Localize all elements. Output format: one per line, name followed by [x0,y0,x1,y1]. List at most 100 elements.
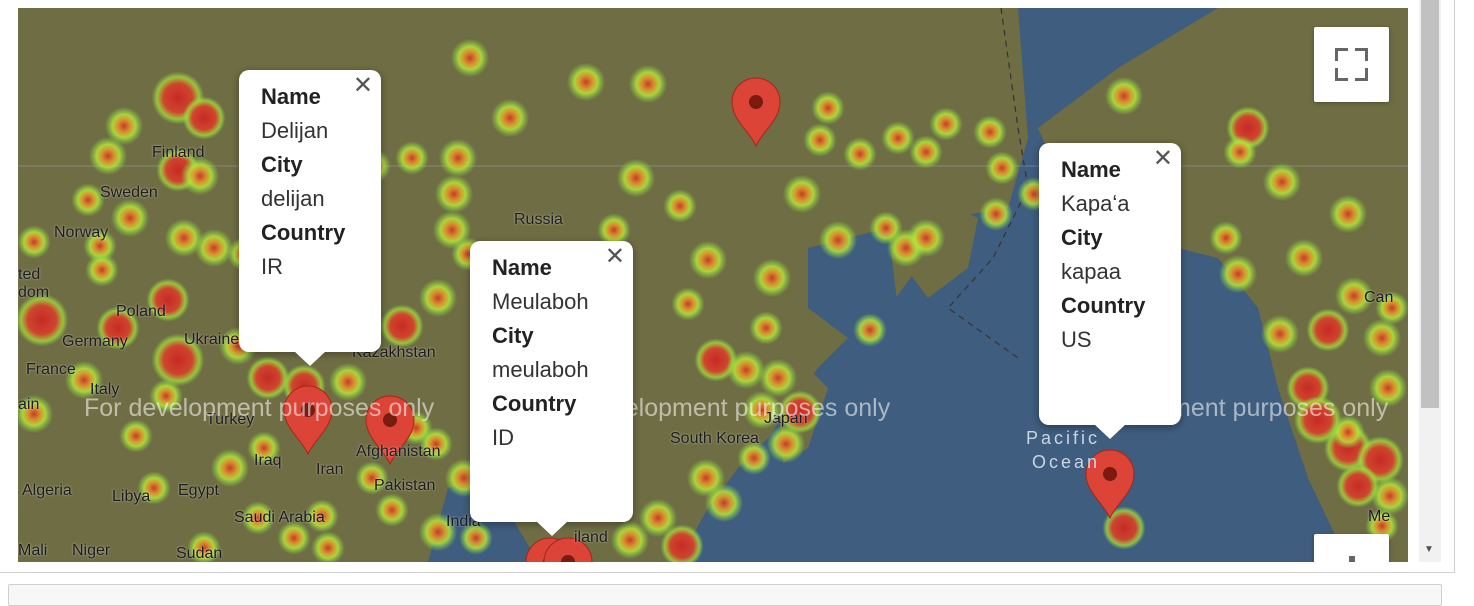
heat-point [811,91,845,125]
place-label-sweden: Sweden [100,184,158,201]
heat-point [1209,221,1243,255]
city-value: kapaa [1061,259,1121,284]
close-icon[interactable]: ✕ [1153,147,1173,171]
place-label-libya: Libya [112,488,151,505]
place-label-mali: Mali [18,542,48,559]
place-label-saudi-arabia: Saudi Arabia [234,509,325,526]
heat-point [853,313,887,347]
place-label-united-kingdom: ted dom [18,266,50,301]
name-label: Name [1061,157,1121,182]
name-value: Delijan [261,118,329,143]
info-window-delijan: ✕ Name Delijan City delijan Country IR [239,70,381,366]
country-label: Country [492,391,577,416]
place-label-iran: Iran [316,461,344,478]
heat-point [749,311,783,345]
heat-point [1218,254,1258,294]
heat-point [973,115,1007,149]
place-label-algeria: Algeria [22,482,72,499]
heat-point [194,228,234,268]
place-label-ukraine: Ukraine [184,331,240,348]
heat-point [1362,318,1402,358]
fullscreen-icon [1335,68,1348,81]
heat-point [1260,314,1300,354]
place-label-norway: Norway [54,224,109,241]
name-value: Kapaʻa [1061,191,1130,216]
heat-point [182,96,226,140]
heat-point [628,64,668,104]
country-value: ID [492,425,514,450]
place-label-france: France [26,361,76,378]
fullscreen-icon [1355,48,1368,61]
zoom-in-button[interactable] [1314,534,1389,562]
place-label-thailand: iland [574,529,608,546]
place-label-south-korea: South Korea [670,430,759,447]
info-window-kapaa: ✕ Name Kapaʻa City kapaa Country US [1039,143,1181,439]
heat-point [450,38,490,78]
city-label: City [492,323,534,348]
heat-point [929,107,963,141]
close-icon[interactable]: ✕ [605,245,625,269]
scroll-down-icon[interactable]: ▼ [1424,544,1434,555]
place-label-finland: Finland [152,144,205,161]
heat-point [438,138,478,178]
heat-point [380,304,424,348]
heat-point [1328,194,1368,234]
country-label: Country [261,220,346,245]
place-label-pacific: Pacific [1026,428,1101,448]
city-value: meulaboh [492,357,589,382]
heat-point [395,141,429,175]
heat-point [18,225,51,259]
place-label-poland: Poland [116,303,166,320]
city-label: City [1061,225,1103,250]
close-icon[interactable]: ✕ [353,74,373,98]
heat-point [782,174,822,214]
heat-point [434,174,474,214]
zoom-in-icon [1349,556,1355,562]
place-label-ocean: Ocean [1032,452,1101,472]
heat-point [1104,76,1144,116]
heat-point [110,198,150,238]
heat-point [766,424,806,464]
heat-point [566,62,606,102]
fullscreen-icon [1335,48,1348,61]
place-label-iraq: Iraq [254,452,282,469]
heat-point [688,240,728,280]
map-canvas [18,8,1408,562]
name-label: Name [261,84,321,109]
info-window-meulaboh: ✕ Name Meulaboh City meulaboh Country ID [470,241,633,536]
heat-point [843,137,877,171]
place-label-afghanistan: Afghanistan [356,443,441,460]
place-label-germany: Germany [62,333,128,350]
fullscreen-icon [1355,68,1368,81]
heat-point [1223,135,1257,169]
heat-point [985,151,1019,185]
city-label: City [261,152,303,177]
country-value: US [1061,327,1092,352]
heat-point [979,197,1013,231]
heat-point [726,350,766,390]
place-label-niger: Niger [72,542,111,559]
heat-point [818,220,858,260]
country-label: Country [1061,293,1146,318]
place-label-russia: Russia [514,211,563,228]
scrollbar-thumb[interactable] [1421,0,1439,408]
heat-point [1262,162,1302,202]
heat-point [906,218,946,258]
country-value: IR [261,254,283,279]
watermark: For development purposes only [84,394,435,422]
heat-point [88,136,128,176]
place-label-spain: ain [18,396,40,413]
heat-point [610,520,650,560]
heatmap-map[interactable]: Finland Sweden Norway ted dom Poland Ger… [18,8,1408,562]
output-area [8,584,1442,606]
fullscreen-button[interactable] [1314,27,1389,102]
heat-point [490,98,530,138]
heat-point [671,287,705,321]
heat-point [85,253,119,287]
heat-point [1284,238,1324,278]
heat-point [909,135,943,169]
heat-point [663,189,697,223]
heat-point [616,158,656,198]
heat-point [1306,308,1350,352]
city-value: delijan [261,186,325,211]
